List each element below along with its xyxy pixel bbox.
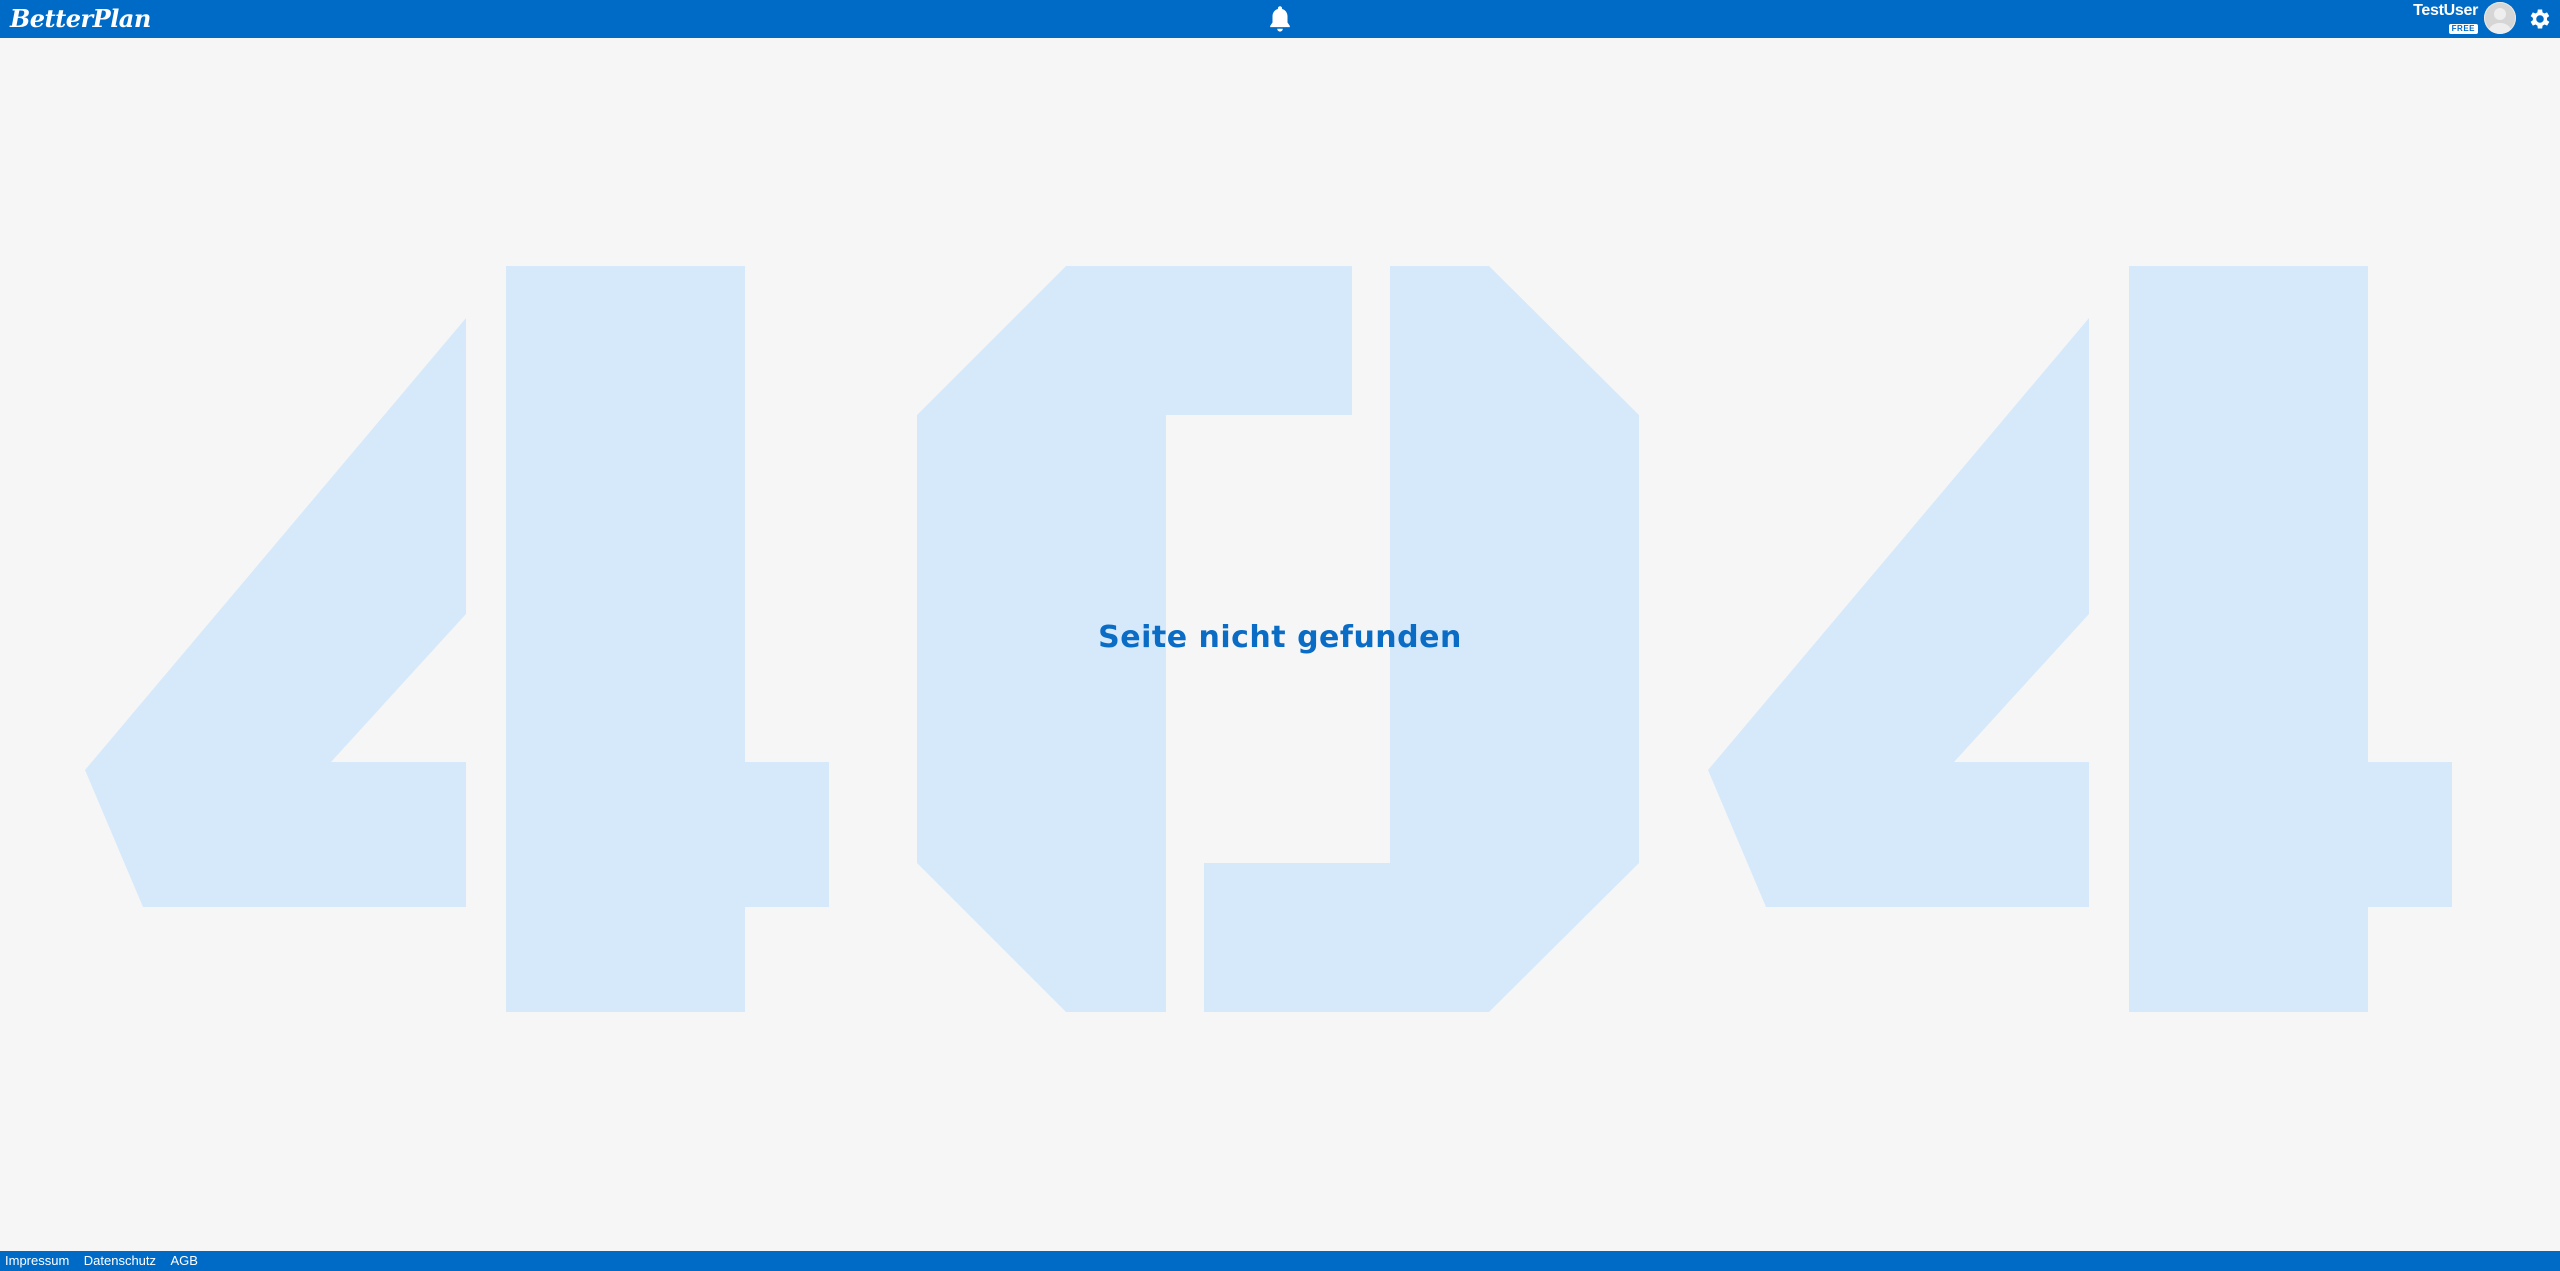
user-name[interactable]: TestUser (2413, 3, 2478, 19)
footer-link-datenschutz[interactable]: Datenschutz (84, 1251, 156, 1271)
footer-link-agb[interactable]: AGB (170, 1251, 197, 1271)
user-info[interactable]: TestUser FREE (2413, 1, 2478, 35)
gear-icon[interactable] (2527, 6, 2553, 32)
digit-four-right-diagonal (1708, 318, 2089, 907)
digit-four-left-diagonal (85, 318, 466, 907)
top-bar: BetterPlan TestUser FREE (0, 0, 2560, 38)
user-avatar[interactable] (2484, 2, 2516, 34)
footer-link-impressum[interactable]: Impressum (5, 1251, 69, 1271)
not-found-message: Seite nicht gefunden (1098, 620, 1462, 655)
avatar-silhouette-icon (2488, 8, 2512, 34)
app-logo[interactable]: BetterPlan (10, 3, 151, 35)
bell-icon[interactable] (1266, 4, 1294, 34)
footer: Impressum Datenschutz AGB (0, 1251, 2560, 1271)
plan-badge: FREE (2448, 24, 2478, 34)
